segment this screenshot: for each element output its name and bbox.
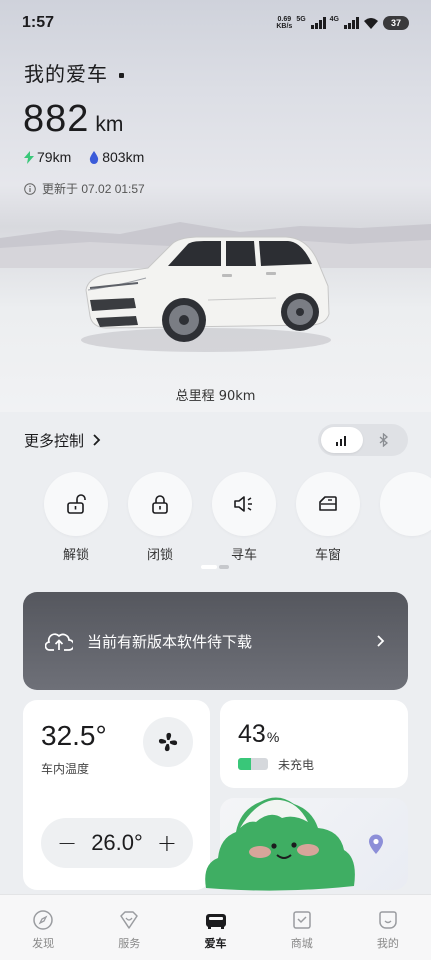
cloud-upload-icon [45, 633, 73, 651]
control-next-partial[interactable] [370, 472, 431, 562]
inside-temperature: 32.5° [41, 720, 107, 751]
status-icons: 0.69 KB/s 5G 4G 37 [276, 16, 409, 30]
window-button[interactable] [296, 472, 360, 536]
software-update-banner[interactable]: 当前有新版本软件待下载 [23, 592, 408, 690]
set-temperature: 26.0° [91, 830, 143, 855]
service-heart-icon [120, 911, 139, 929]
decrease-temp-button[interactable]: − [57, 831, 77, 855]
sim1-label: 5G [296, 16, 306, 23]
last-updated: 更新于 07.02 01:57 [24, 180, 145, 197]
bluetooth-mode-button[interactable] [363, 427, 405, 453]
tab-label: 爱车 [204, 937, 227, 950]
mascot-sticker [205, 797, 355, 891]
lock-icon [152, 495, 168, 514]
total-range: 882 km [23, 98, 123, 141]
tab-label: 服务 [118, 937, 141, 950]
software-update-text: 当前有新版本软件待下载 [87, 632, 253, 651]
quick-controls: 解锁 闭锁 寻车 车窗 [0, 472, 431, 562]
chevron-right-icon[interactable] [92, 434, 102, 446]
electric-range: 79km [37, 149, 72, 165]
signal-icon [344, 17, 359, 29]
total-range-value: 882 [23, 98, 90, 140]
shop-bag-icon [292, 911, 311, 929]
connection-mode-toggle[interactable] [318, 424, 408, 456]
tab-label: 我的 [376, 937, 399, 950]
bluetooth-icon [379, 433, 388, 447]
fuel-drop-icon [90, 150, 99, 164]
fuel-range: 803km [102, 149, 145, 165]
battery-percent-value: 43 [238, 720, 266, 748]
info-icon [24, 182, 36, 195]
tab-label: 商城 [290, 937, 313, 950]
battery-indicator: 37 [383, 16, 409, 30]
control-label: 车窗 [314, 548, 341, 562]
more-controls-link[interactable]: 更多控制 [24, 430, 84, 451]
fan-icon [158, 732, 178, 752]
increase-temp-button[interactable]: + [157, 831, 177, 855]
compass-icon [33, 910, 53, 930]
car-image[interactable] [76, 228, 336, 358]
unlock-button[interactable] [44, 472, 108, 536]
signal-bars-icon [336, 436, 346, 446]
tab-shop[interactable]: 商城 [259, 895, 345, 960]
more-controls-row: 更多控制 [24, 424, 408, 456]
control-label: 闭锁 [146, 548, 173, 562]
tab-label: 发现 [32, 937, 55, 950]
lightning-icon [24, 150, 34, 164]
battery-percent-unit: % [266, 729, 280, 745]
tab-my-car[interactable]: 爱车 [172, 895, 258, 960]
horn-icon [234, 496, 252, 512]
tab-profile[interactable]: 我的 [345, 895, 431, 960]
temperature-stepper: − 26.0° + [41, 818, 193, 868]
fan-button[interactable] [143, 717, 193, 767]
battery-card[interactable]: 43% 未充电 [220, 700, 408, 788]
battery-level-icon [238, 758, 268, 770]
range-breakdown: 79km 803km [24, 149, 144, 165]
control-find-car[interactable]: 寻车 [202, 472, 286, 562]
car-icon [205, 914, 226, 929]
lock-button[interactable] [128, 472, 192, 536]
status-bar: 1:57 0.69 KB/s 5G 4G 37 [0, 0, 431, 46]
page-title: 我的爱车 [24, 62, 108, 86]
controls-pager [201, 565, 229, 569]
profile-icon [379, 911, 397, 929]
tab-service[interactable]: 服务 [86, 895, 172, 960]
control-unlock[interactable]: 解锁 [34, 472, 118, 562]
odometer: 总里程 90km [175, 389, 256, 404]
cellular-mode-button[interactable] [321, 427, 363, 453]
control-label: 寻车 [230, 548, 257, 562]
unlock-icon [67, 494, 86, 514]
chevron-right-icon [377, 635, 385, 647]
window-icon [319, 496, 337, 511]
wifi-icon [364, 17, 378, 29]
location-pin-icon [369, 834, 383, 854]
tab-discover[interactable]: 发现 [0, 895, 86, 960]
bottom-tab-bar: 发现 服务 爱车 商城 我的 [0, 894, 431, 960]
signal-icon [310, 17, 326, 29]
total-range-unit: km [95, 113, 124, 136]
network-speed: 0.69 KB/s [276, 16, 293, 30]
last-updated-text: 更新于 07.02 01:57 [42, 182, 145, 196]
status-time: 1:57 [22, 14, 55, 31]
next-control-button[interactable] [380, 472, 431, 536]
climate-card[interactable]: 32.5° 车内温度 − 26.0° + [23, 700, 210, 890]
control-lock[interactable]: 闭锁 [118, 472, 202, 562]
quick-controls-list: 解锁 闭锁 寻车 车窗 [34, 472, 431, 562]
battery-percent: 43% [238, 720, 279, 749]
sim2-label: 4G [329, 16, 339, 23]
title-dot [119, 73, 124, 78]
charging-status: 未充电 [278, 758, 315, 772]
inside-temperature-label: 车内温度 [41, 762, 90, 776]
control-label: 解锁 [62, 548, 89, 562]
find-car-button[interactable] [212, 472, 276, 536]
control-window[interactable]: 车窗 [286, 472, 370, 562]
